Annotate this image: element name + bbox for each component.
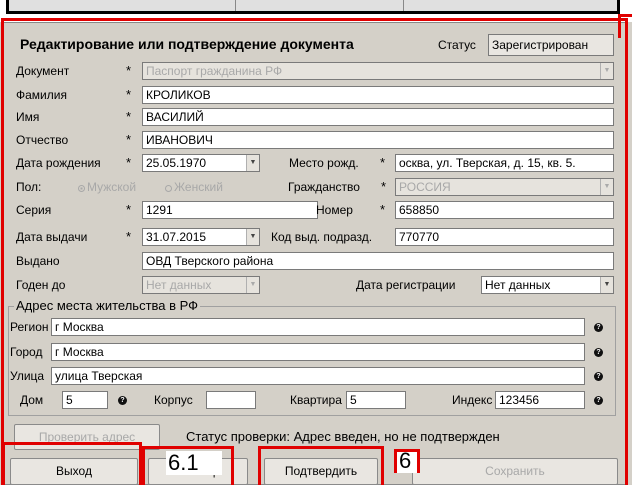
- annotation-box-confirm: [258, 446, 384, 485]
- separator: [403, 0, 404, 11]
- callout-6-1: 6.1: [168, 450, 199, 475]
- annotation-box-window: [1, 18, 628, 485]
- callout-6: 6: [399, 448, 412, 473]
- previous-window-edge: [6, 0, 620, 14]
- separator: [235, 0, 236, 11]
- annotation-corner: [618, 14, 632, 38]
- annotation-box-exit: [2, 442, 142, 485]
